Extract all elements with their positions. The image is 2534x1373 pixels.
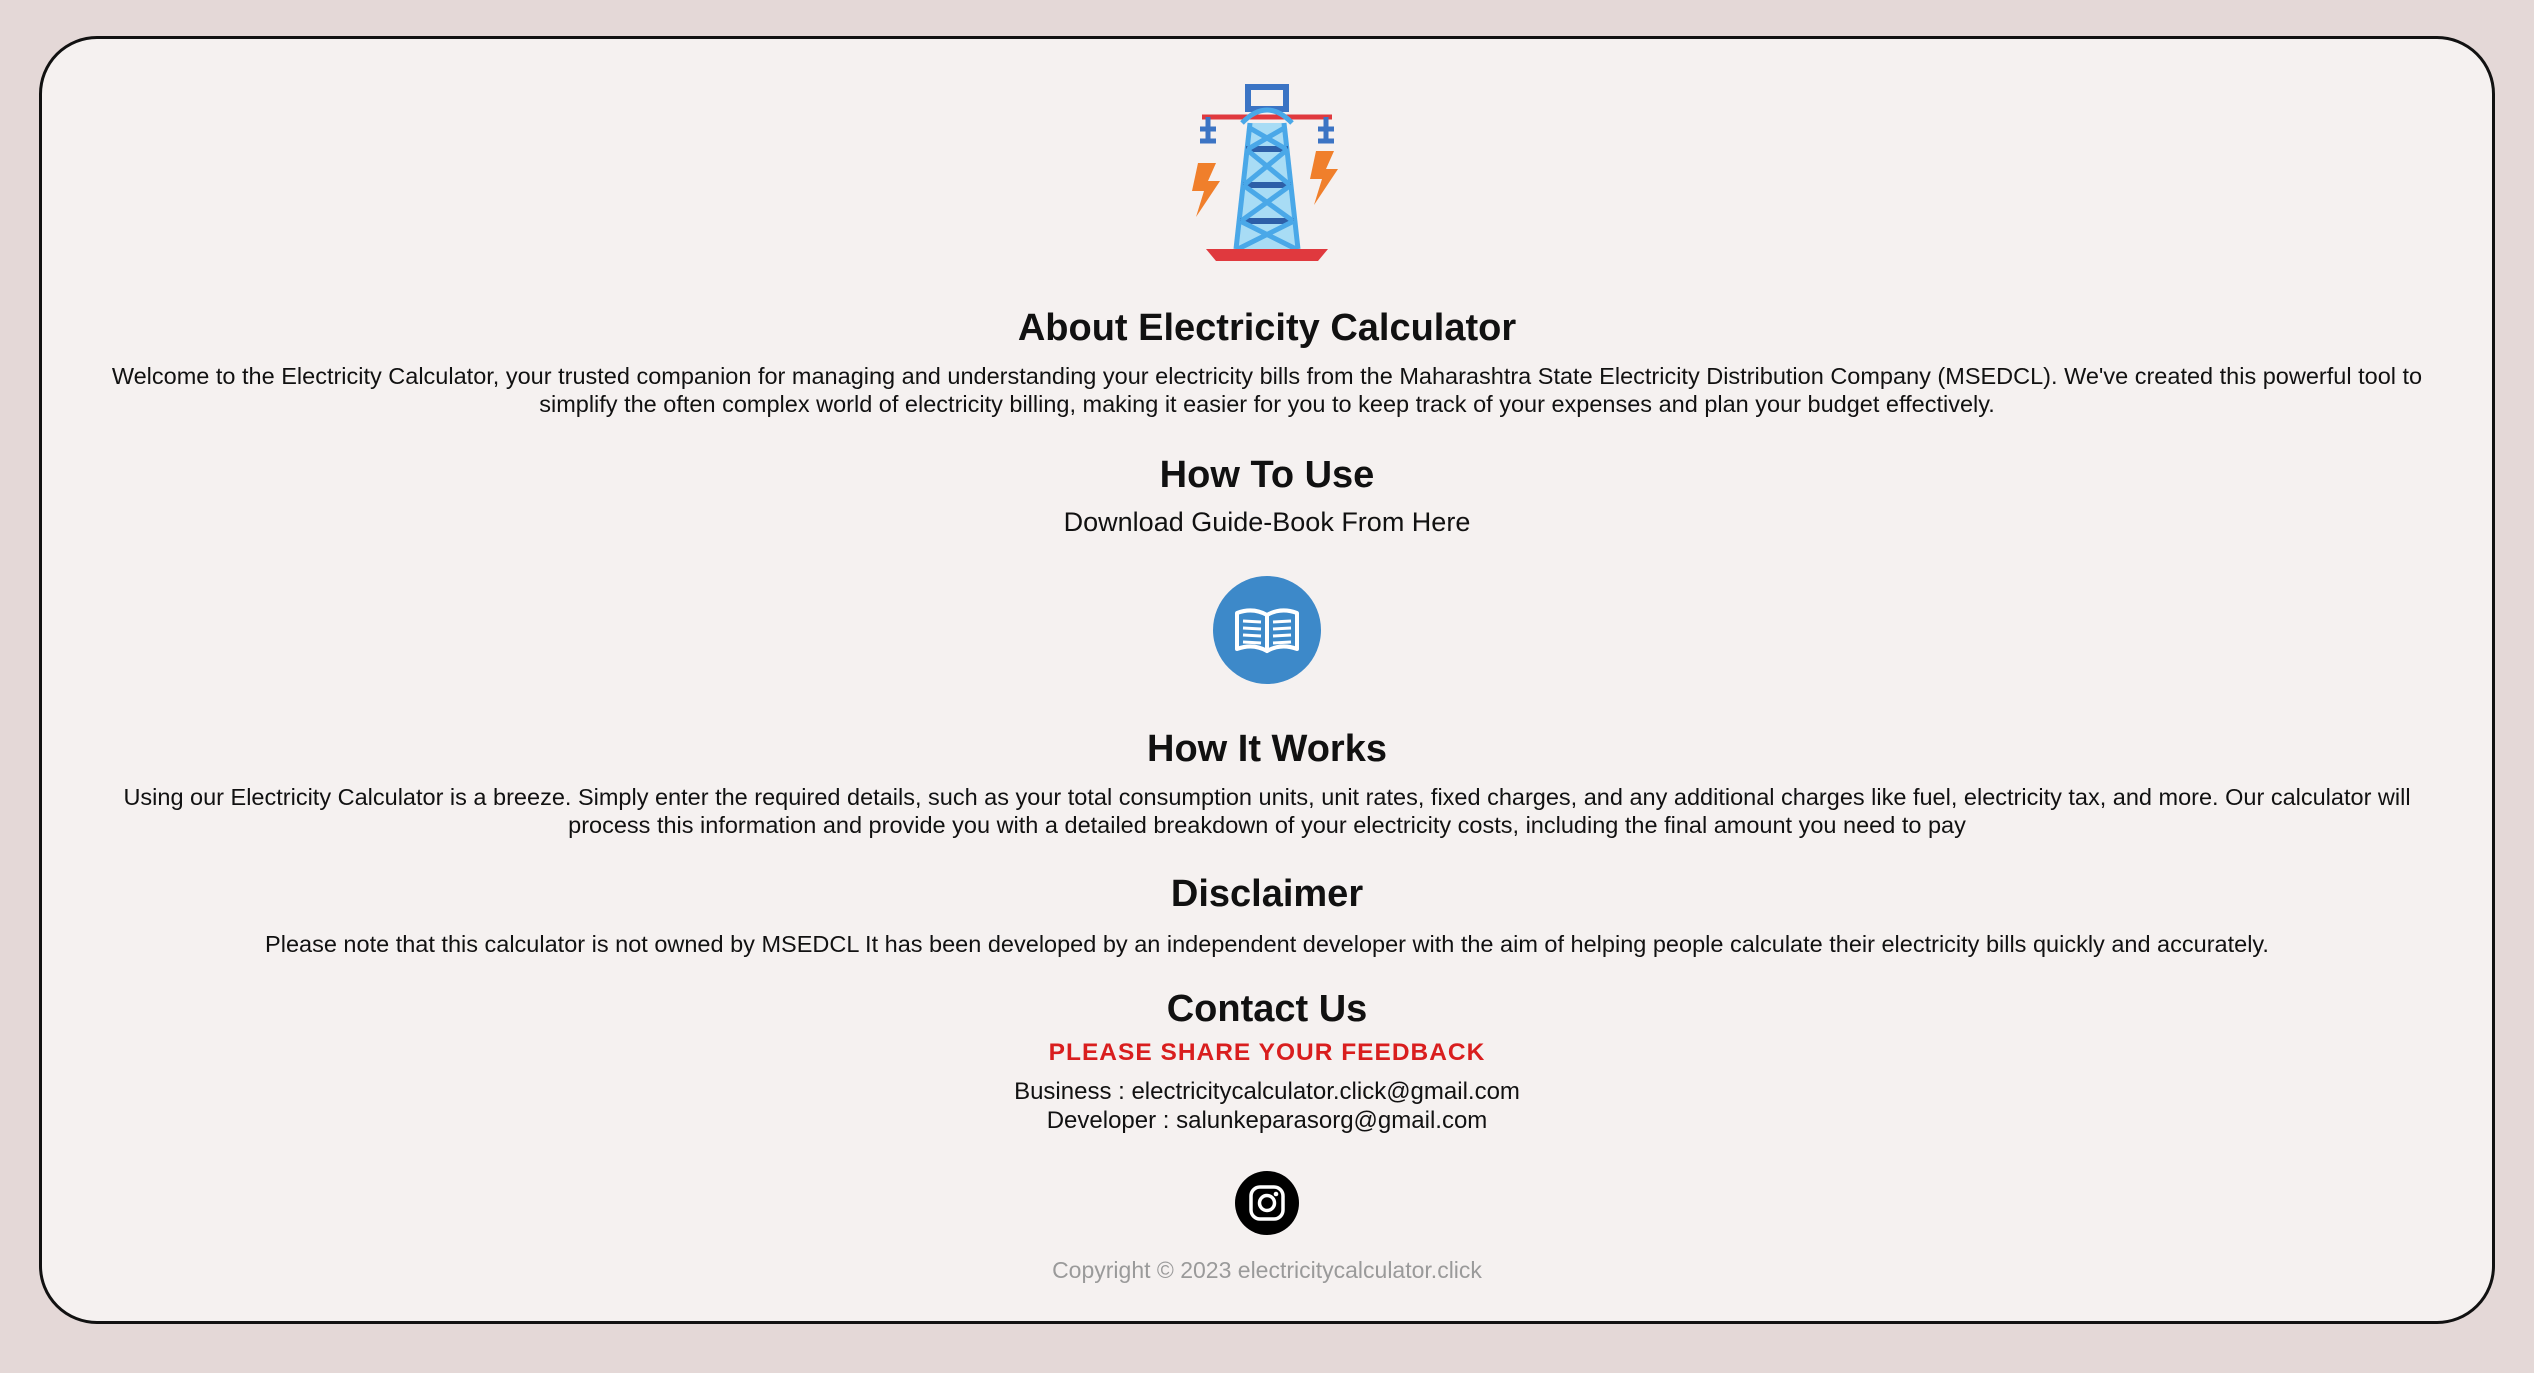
how-it-works-title: How It Works [1147, 728, 1387, 770]
book-icon [1235, 608, 1299, 653]
disclaimer-title: Disclaimer [1170, 873, 1364, 915]
developer-email-link[interactable]: salunkeparasorg@gmail.com [1176, 1107, 1487, 1134]
business-email-link[interactable]: electricitycalculator.click@gmail.com [1131, 1078, 1519, 1105]
how-it-works-text: Using our Electricity Calculator is a br… [123, 784, 2411, 838]
disclaimer-text: Please note that this calculator is not … [265, 931, 2269, 957]
guide-download-text: Download Guide-Book From Here [1063, 507, 1471, 537]
contact-title: Contact Us [1166, 988, 1368, 1030]
business-contact: Business : electricitycalculator.click@g… [1014, 1077, 1520, 1106]
about-title: About Electricity Calculator [1017, 307, 1517, 349]
how-to-use-title: How To Use [1159, 454, 1375, 496]
about-card: About Electricity Calculator Welcome to … [39, 36, 2495, 1324]
feedback-prompt: PLEASE SHARE YOUR FEEDBACK [1048, 1039, 1486, 1066]
download-guide-button[interactable] [1213, 576, 1321, 684]
copyright-text: Copyright © 2023 electricitycalculator.c… [1052, 1257, 1482, 1283]
instagram-icon [1249, 1185, 1285, 1221]
business-label: Business : [1014, 1078, 1132, 1105]
about-text: Welcome to the Electricity Calculator, y… [111, 363, 2423, 417]
developer-contact: Developer : salunkeparasorg@gmail.com [1047, 1106, 1488, 1135]
electricity-tower-icon [1192, 84, 1338, 261]
instagram-button[interactable] [1235, 1171, 1299, 1235]
developer-label: Developer : [1046, 1107, 1177, 1134]
